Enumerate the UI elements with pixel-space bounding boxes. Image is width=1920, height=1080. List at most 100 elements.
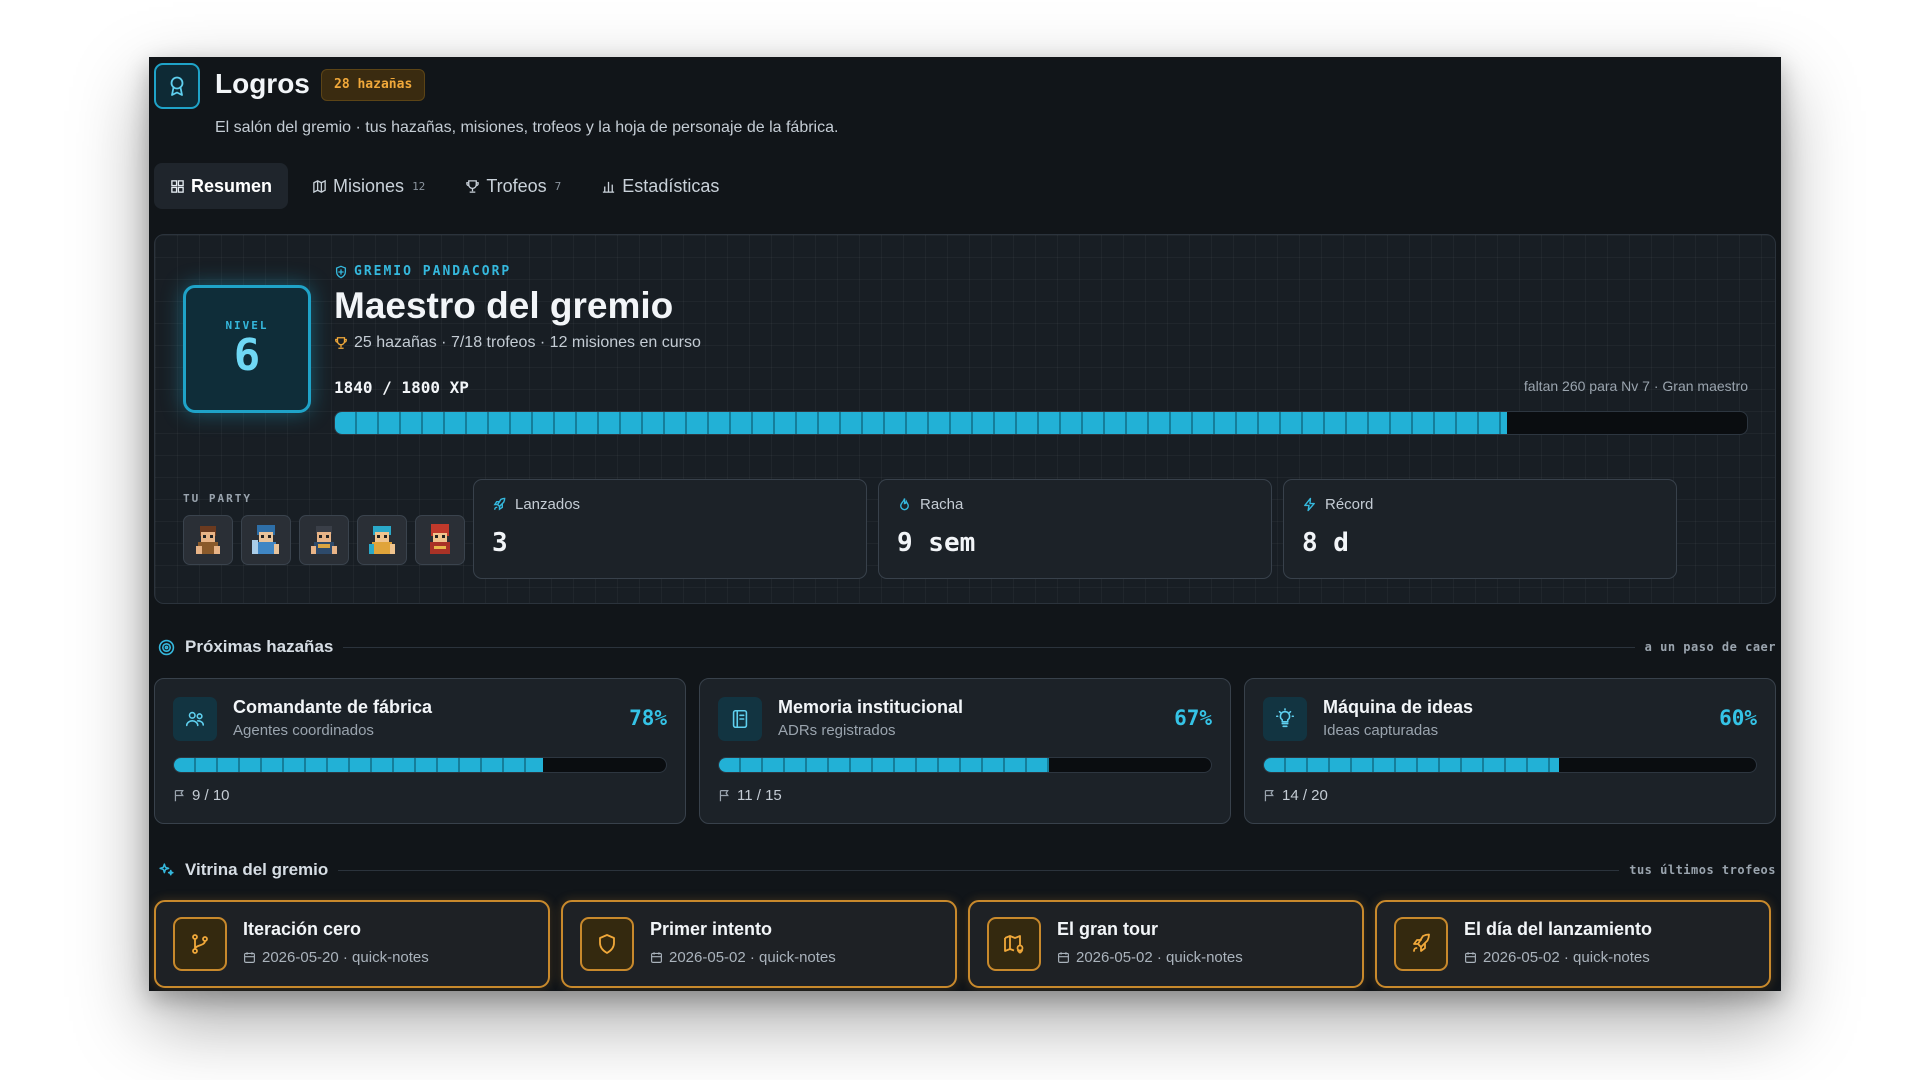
- hazana-progress-fill: [719, 758, 1049, 772]
- tab-label: Misiones: [333, 175, 405, 196]
- level-badge: NIVEL 6: [183, 285, 311, 413]
- tab-label: Estadísticas: [622, 175, 720, 196]
- trophy-title: El día del lanzamiento: [1464, 919, 1653, 939]
- rank-meta: 25 hazañas · 7/18 trofeos · 12 misiones …: [334, 334, 701, 352]
- trophy-meta: 2026-05-02 · quick-notes: [650, 949, 836, 966]
- grid-icon: [171, 179, 184, 193]
- hazana-card[interactable]: Comandante de fábrica Agentes coordinado…: [154, 678, 686, 824]
- calendar-icon: [1465, 952, 1476, 963]
- guild-name: GREMIO PANDACORP: [334, 264, 511, 279]
- map-pin-icon: [987, 917, 1041, 971]
- stat-card-record: Récord 8 d: [1283, 479, 1677, 579]
- stat-card-lanzados: Lanzados 3: [473, 479, 867, 579]
- trophy-meta-text: 2026-05-02 · quick-notes: [1483, 949, 1650, 966]
- calendar-icon: [244, 952, 255, 963]
- trophy-meta: 2026-05-02 · quick-notes: [1057, 949, 1243, 966]
- hazana-title: Comandante de fábrica: [233, 697, 433, 717]
- trophy-meta: 2026-05-02 · quick-notes: [1464, 949, 1650, 966]
- divider: [338, 869, 1620, 871]
- hazana-progress-bar: [718, 757, 1212, 773]
- trophy-meta-text: 2026-05-20 · quick-notes: [262, 949, 429, 966]
- avatar[interactable]: [415, 515, 465, 565]
- avatar[interactable]: [241, 515, 291, 565]
- party-label: TU PARTY: [183, 492, 252, 505]
- people-icon: [173, 697, 217, 741]
- tab-bar: Resumen Misiones 12 Trofeos 7 Estadístic…: [154, 163, 735, 209]
- hazana-subtitle: Agentes coordinados: [233, 722, 374, 739]
- hazana-title: Memoria institucional: [778, 697, 964, 717]
- trophy-title: Primer intento: [650, 919, 773, 939]
- hazana-progress-fill: [1264, 758, 1560, 772]
- tab-label: Trofeos: [486, 175, 547, 196]
- trophy-card[interactable]: El gran tour 2026-05-02 · quick-notes: [968, 900, 1364, 988]
- xp-progress-bar: [334, 411, 1748, 435]
- flame-icon: [900, 498, 909, 511]
- calendar-icon: [651, 952, 662, 963]
- hazana-count-text: 14 / 20: [1282, 787, 1328, 804]
- hazana-progress-bar: [173, 757, 667, 773]
- tab-estadisticas[interactable]: Estadísticas: [585, 163, 735, 209]
- award-logo-icon: [154, 63, 200, 109]
- tab-resumen[interactable]: Resumen: [154, 163, 289, 209]
- hazana-count: 11 / 15: [718, 787, 782, 804]
- trophy-icon: [335, 337, 347, 349]
- xp-text: 1840 / 1800 XP: [334, 378, 469, 397]
- tab-trofeos[interactable]: Trofeos 7: [449, 163, 577, 209]
- level-number: 6: [233, 329, 261, 381]
- calendar-icon: [1058, 952, 1069, 963]
- party-avatars: [183, 515, 523, 565]
- trophy-meta: 2026-05-20 · quick-notes: [243, 949, 429, 966]
- xp-remaining: faltan 260 para Nv 7 · Gran maestro: [1523, 378, 1748, 394]
- hazana-card[interactable]: Máquina de ideas Ideas capturadas 60% 14…: [1244, 678, 1776, 824]
- hazana-count-text: 9 / 10: [192, 787, 230, 804]
- trophy-card[interactable]: El día del lanzamiento 2026-05-02 · quic…: [1375, 900, 1771, 988]
- shield-icon: [580, 917, 634, 971]
- target-icon: [158, 639, 175, 655]
- trophy-meta-text: 2026-05-02 · quick-notes: [669, 949, 836, 966]
- stat-value: 3: [492, 528, 508, 558]
- flag-icon: [174, 790, 184, 802]
- flag-icon: [719, 790, 729, 802]
- achievements-window: Logros 28 hazañas El salón del gremio · …: [149, 57, 1781, 991]
- section-vitrina: Vitrina del gremio tus últimos trofeos: [158, 858, 1776, 882]
- stat-header: Lanzados: [492, 496, 580, 513]
- stat-value: 9 sem: [897, 528, 976, 558]
- hazana-percent: 60%: [1719, 706, 1757, 730]
- bolt-icon: [1304, 497, 1315, 512]
- section-title: Próximas hazañas: [185, 637, 334, 656]
- avatar[interactable]: [357, 515, 407, 565]
- trophy-card[interactable]: Primer intento 2026-05-02 · quick-notes: [561, 900, 957, 988]
- stat-label: Récord: [1325, 496, 1374, 513]
- hazana-progress-bar: [1263, 757, 1757, 773]
- tab-count: 7: [554, 179, 562, 193]
- rocket-icon: [1394, 917, 1448, 971]
- shield-icon: [335, 265, 347, 278]
- sparkles-icon: [159, 862, 174, 875]
- trophy-card[interactable]: Iteración cero 2026-05-20 · quick-notes: [154, 900, 550, 988]
- avatar[interactable]: [299, 515, 349, 565]
- trophy-title: Iteración cero: [243, 919, 362, 939]
- book-icon: [718, 697, 762, 741]
- stat-label: Lanzados: [515, 496, 581, 513]
- hazana-subtitle: Ideas capturadas: [1323, 722, 1439, 739]
- hazana-progress-fill: [174, 758, 543, 772]
- hazana-percent: 67%: [1174, 706, 1212, 730]
- section-note: tus últimos trofeos: [1629, 863, 1776, 877]
- map-icon: [313, 179, 326, 193]
- stat-header: Récord: [1302, 496, 1373, 513]
- guild-label: GREMIO PANDACORP: [354, 264, 512, 279]
- trophy-title: El gran tour: [1057, 919, 1159, 939]
- divider: [343, 646, 1635, 648]
- stat-header: Racha: [897, 496, 963, 513]
- hazana-card[interactable]: Memoria institucional ADRs registrados 6…: [699, 678, 1231, 824]
- page-title: Logros: [215, 68, 310, 99]
- hazana-count: 14 / 20: [1263, 787, 1328, 804]
- flag-icon: [1264, 790, 1274, 802]
- stat-card-racha: Racha 9 sem: [878, 479, 1272, 579]
- avatar[interactable]: [183, 515, 233, 565]
- hazana-count-text: 11 / 15: [737, 787, 782, 804]
- rank-title: Maestro del gremio: [334, 285, 674, 326]
- stat-label: Racha: [920, 496, 964, 513]
- tab-misiones[interactable]: Misiones 12: [296, 163, 441, 209]
- bar-chart-icon: [603, 181, 615, 193]
